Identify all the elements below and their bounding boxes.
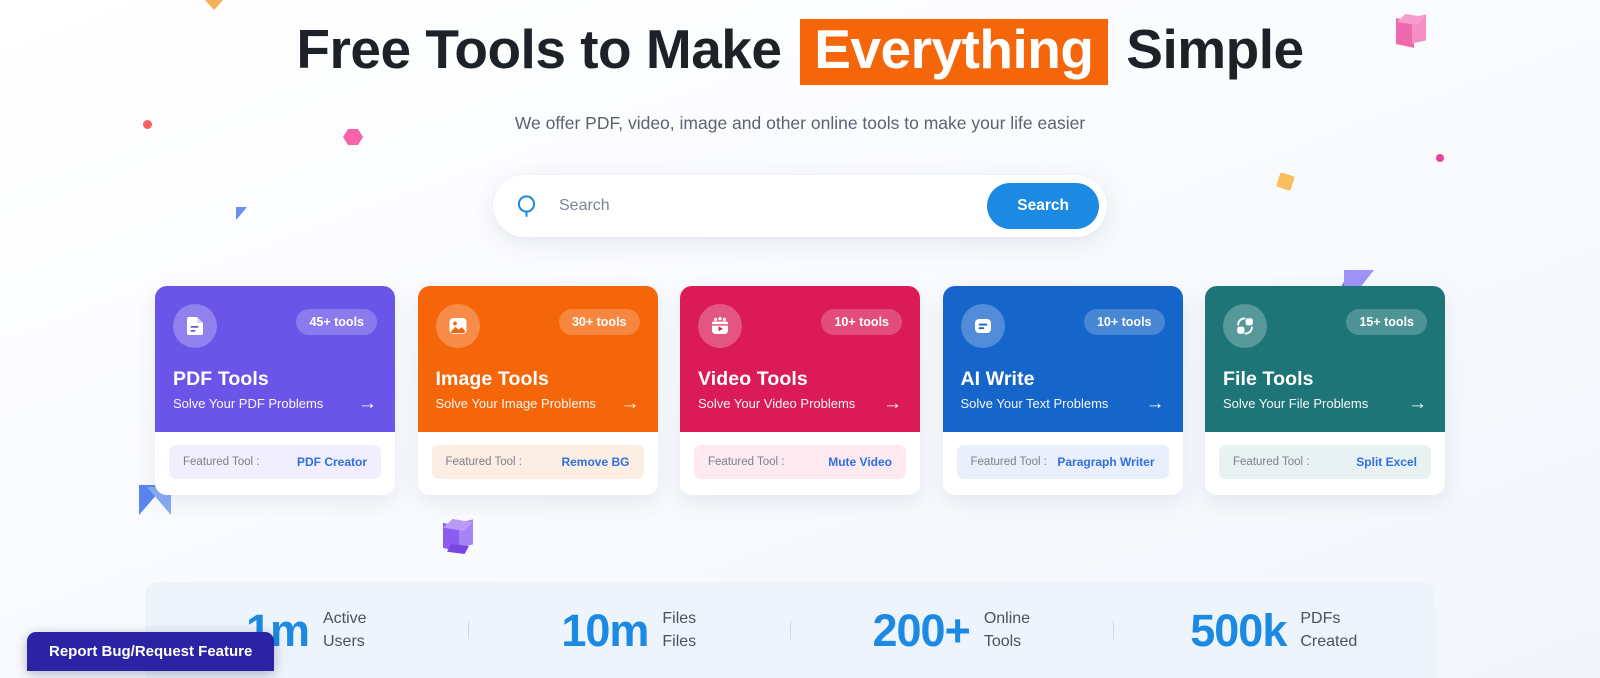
search-bar[interactable]: Search (493, 174, 1107, 237)
arrow-right-icon[interactable]: → (877, 394, 902, 413)
stat-label-line2: Files (662, 633, 697, 650)
text-lines-icon (960, 303, 1005, 348)
stat-label: Files Files (662, 607, 696, 653)
file-convert-icon (1223, 303, 1267, 348)
search-icon (515, 193, 541, 219)
stat-item: 500k PDFs Created (1112, 604, 1436, 656)
card-footer: Featured Tool : Mute Video (680, 431, 920, 495)
video-icon (698, 303, 742, 348)
document-icon (173, 303, 217, 348)
card-subtitle-row: Solve Your File Problems → (1223, 394, 1427, 413)
stat-item: 10m Files Files (467, 604, 791, 656)
stat-label-line2: Created (1300, 633, 1358, 650)
card-head: 30+ tools (435, 303, 640, 348)
card-title: AI Write (960, 367, 1035, 390)
stat-label: Active Users (323, 607, 367, 653)
card-title: Video Tools (698, 367, 808, 390)
card-head: 10+ tools (698, 303, 902, 348)
card-subtitle-row: Solve Your Image Problems → (436, 394, 640, 413)
stat-label-line2: Users (322, 633, 365, 650)
card-top: 45+ tools PDF Tools Solve Your PDF Probl… (155, 285, 395, 432)
stat-label: PDFs Created (1300, 607, 1357, 653)
arrow-right-icon[interactable]: → (352, 394, 377, 413)
search-input[interactable] (541, 196, 988, 215)
stat-label: Online Tools (984, 607, 1030, 653)
headline-part-1: Free Tools to Make (296, 18, 782, 80)
featured-tool-pill[interactable]: Featured Tool : PDF Creator (169, 444, 381, 479)
image-icon (435, 303, 480, 348)
featured-tool-label: Featured Tool : (445, 455, 523, 468)
page-subtitle: We offer PDF, video, image and other onl… (514, 112, 1086, 133)
card-title: Image Tools (435, 367, 549, 390)
card-top: 30+ tools Image Tools Solve Your Image P… (417, 285, 658, 432)
card-badge: 10+ tools (1083, 308, 1165, 335)
card-subtitle-row: Solve Your Text Problems → (961, 394, 1165, 413)
tool-cards-row: 45+ tools PDF Tools Solve Your PDF Probl… (155, 285, 1445, 495)
featured-tool-label: Featured Tool : (1233, 455, 1310, 468)
card-subtitle-row: Solve Your Video Problems → (698, 394, 902, 413)
card-badge: 10+ tools (821, 308, 902, 335)
arrow-right-icon[interactable]: → (615, 394, 640, 413)
card-footer: Featured Tool : Split Excel (1205, 431, 1445, 495)
headline-highlight: Everything (800, 19, 1108, 85)
card-head: 45+ tools (173, 303, 377, 348)
featured-tool-label: Featured Tool : (708, 455, 785, 468)
page-title: Free Tools to Make Everything Simple (0, 16, 1600, 85)
featured-tool-value[interactable]: Split Excel (1356, 455, 1417, 469)
card-subtitle: Solve Your Image Problems (435, 395, 596, 411)
arrow-right-icon[interactable]: → (1140, 394, 1165, 413)
card-top: 10+ tools AI Write Solve Your Text Probl… (942, 285, 1183, 432)
card-head: 15+ tools (1223, 303, 1427, 348)
card-top: 10+ tools Video Tools Solve Your Video P… (680, 285, 920, 432)
stats-bar: 1m Active Users 10m Files Files 200+ Onl… (145, 582, 1435, 678)
featured-tool-value[interactable]: Paragraph Writer (1057, 455, 1154, 469)
stat-value: 10m (561, 604, 649, 656)
search-button[interactable]: Search (987, 182, 1099, 229)
card-subtitle: Solve Your PDF Problems (173, 395, 324, 411)
stat-value: 500k (1190, 604, 1287, 656)
card-subtitle-row: Solve Your PDF Problems → (173, 394, 377, 413)
card-footer: Featured Tool : Paragraph Writer (942, 431, 1183, 495)
card-subtitle: Solve Your File Problems (1223, 395, 1369, 411)
card-badge: 45+ tools (296, 308, 377, 335)
featured-tool-label: Featured Tool : (970, 455, 1048, 468)
arrow-right-icon[interactable]: → (1402, 394, 1427, 413)
card-top: 15+ tools File Tools Solve Your File Pro… (1205, 285, 1445, 432)
stat-label-line2: Tools (983, 633, 1022, 650)
featured-tool-pill[interactable]: Featured Tool : Paragraph Writer (956, 444, 1169, 479)
headline-part-2: Simple (1126, 18, 1304, 80)
featured-tool-label: Featured Tool : (183, 455, 260, 468)
purple-cube-icon (443, 518, 475, 554)
stat-label-line1: Active (322, 609, 367, 627)
card-badge: 15+ tools (1346, 308, 1427, 335)
tool-card-ai-write[interactable]: 10+ tools AI Write Solve Your Text Probl… (942, 285, 1183, 495)
card-head: 10+ tools (960, 303, 1165, 348)
card-footer: Featured Tool : Remove BG (417, 431, 658, 495)
featured-tool-pill[interactable]: Featured Tool : Mute Video (694, 444, 906, 479)
stat-label-line1: Online (983, 609, 1031, 627)
tool-card-pdf[interactable]: 45+ tools PDF Tools Solve Your PDF Probl… (155, 285, 395, 495)
stat-item: 200+ Online Tools (790, 607, 1113, 653)
card-title: File Tools (1223, 367, 1314, 390)
stat-label-line1: PDFs (1300, 609, 1341, 627)
card-footer: Featured Tool : PDF Creator (155, 431, 395, 495)
report-bug-button[interactable]: Report Bug/Request Feature (27, 632, 275, 671)
card-badge: 30+ tools (558, 308, 640, 335)
featured-tool-pill[interactable]: Featured Tool : Split Excel (1219, 444, 1431, 479)
hero-section: Free Tools to Make Everything Simple We … (0, 0, 1600, 237)
tool-card-video[interactable]: 10+ tools Video Tools Solve Your Video P… (680, 285, 920, 495)
stat-value: 200+ (872, 604, 970, 656)
featured-tool-value[interactable]: PDF Creator (297, 455, 367, 469)
card-subtitle: Solve Your Video Problems (698, 395, 856, 411)
tool-card-file[interactable]: 15+ tools File Tools Solve Your File Pro… (1205, 285, 1445, 495)
stat-label-line1: Files (662, 609, 697, 627)
card-subtitle: Solve Your Text Problems (960, 395, 1109, 411)
card-title: PDF Tools (173, 367, 269, 390)
featured-tool-pill[interactable]: Featured Tool : Remove BG (431, 444, 644, 479)
featured-tool-value[interactable]: Remove BG (561, 455, 629, 469)
tool-card-image[interactable]: 30+ tools Image Tools Solve Your Image P… (417, 285, 658, 495)
featured-tool-value[interactable]: Mute Video (828, 455, 892, 469)
